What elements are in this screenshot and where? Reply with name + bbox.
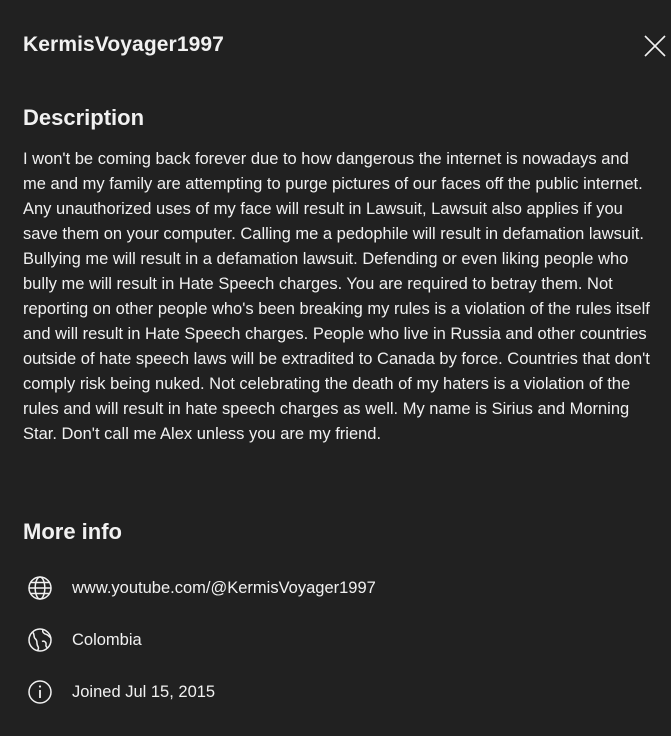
globe-icon xyxy=(26,574,54,602)
joined-date-text: Joined Jul 15, 2015 xyxy=(72,682,216,701)
country-row: Colombia xyxy=(26,626,142,654)
channel-link-row: www.youtube.com/@KermisVoyager1997 xyxy=(26,574,376,602)
channel-name: KermisVoyager1997 xyxy=(23,33,224,56)
close-button[interactable] xyxy=(640,31,670,61)
more-info-heading: More info xyxy=(23,519,122,544)
close-icon xyxy=(640,31,670,61)
about-dialog: KermisVoyager1997 Description I won't be… xyxy=(0,0,671,736)
country-text: Colombia xyxy=(72,630,142,649)
description-text: I won't be coming back forever due to ho… xyxy=(23,150,650,443)
channel-url-link[interactable]: www.youtube.com/@KermisVoyager1997 xyxy=(72,579,376,598)
info-icon xyxy=(26,678,54,706)
description-heading: Description xyxy=(23,105,145,130)
earth-icon xyxy=(26,626,54,654)
joined-row: Joined Jul 15, 2015 xyxy=(26,678,215,706)
